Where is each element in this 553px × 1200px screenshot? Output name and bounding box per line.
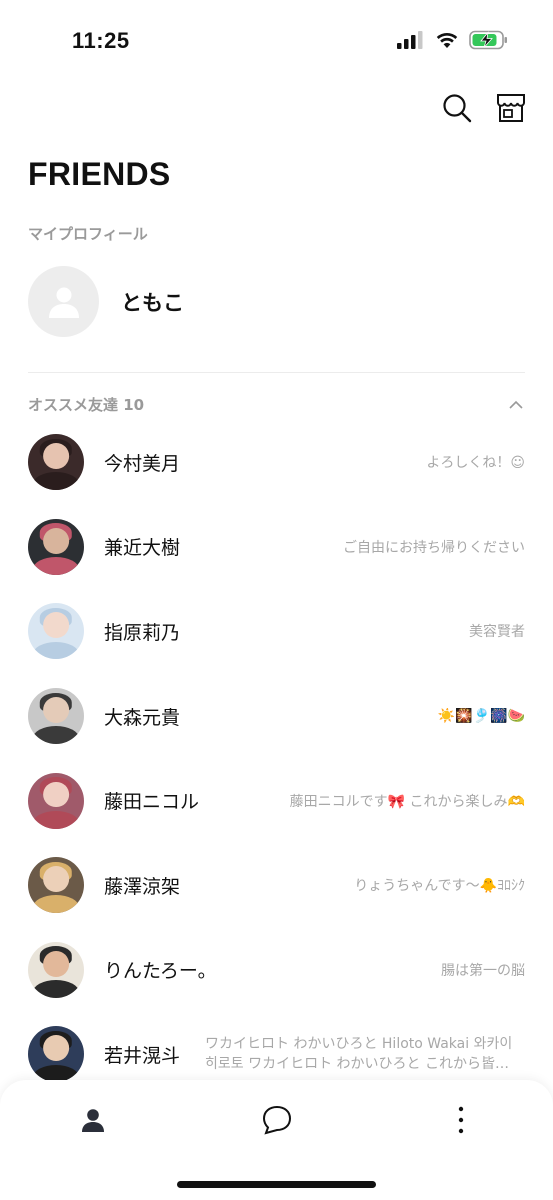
person-icon xyxy=(82,1109,104,1132)
friend-name: 今村美月 xyxy=(104,452,181,475)
page-title: FRIENDS xyxy=(28,156,171,192)
search-icon xyxy=(443,94,472,123)
friend-name: 藤田ニコル xyxy=(104,791,200,814)
shop-button[interactable] xyxy=(495,92,527,124)
shop-icon xyxy=(497,94,525,122)
tab-friends[interactable] xyxy=(73,1102,113,1138)
friend-status-message: ご自由にお持ち帰りください xyxy=(343,539,525,556)
friend-row[interactable]: 大森元貴 ☀️🎇🎐🎆🍉 xyxy=(0,674,553,759)
search-button[interactable] xyxy=(441,92,473,124)
friend-row[interactable]: 兼近大樹 ご自由にお持ち帰りください xyxy=(0,505,553,590)
wifi-icon xyxy=(436,32,458,48)
friend-status-message: 腸は第一の脳 xyxy=(441,962,525,979)
avatar xyxy=(28,603,84,660)
chevron-up-icon xyxy=(509,400,523,409)
friend-status-message: よろしくね！☺︎ xyxy=(426,455,525,472)
friend-row[interactable]: 藤澤涼架 りょうちゃんです〜🐥ﾖﾛｼｸ xyxy=(0,843,553,928)
friend-list: 今村美月 よろしくね！☺︎ 兼近大樹 ご自由にお持ち帰りください 指原莉乃 美容… xyxy=(0,420,553,1097)
chat-bubble-icon xyxy=(262,1105,292,1135)
avatar xyxy=(28,518,84,575)
status-bar: 11:25 xyxy=(0,0,553,80)
tab-chats[interactable] xyxy=(257,1102,297,1138)
avatar xyxy=(28,772,84,829)
home-indicator xyxy=(177,1181,376,1188)
friend-row[interactable]: 今村美月 よろしくね！☺︎ xyxy=(0,420,553,505)
friend-name: 若井滉斗 xyxy=(104,1044,181,1067)
friend-name: りんたろー。 xyxy=(104,960,217,983)
recommended-friends-header: オススメ友達 10 xyxy=(28,394,525,415)
friend-status-message: 藤田ニコルです🎀 これから楽しみ🫶 xyxy=(289,793,525,810)
my-profile-section-label: マイプロフィール xyxy=(28,225,148,243)
friend-row[interactable]: りんたろー。 腸は第一の脳 xyxy=(0,928,553,1013)
status-time: 11:25 xyxy=(72,28,130,53)
avatar xyxy=(28,688,84,745)
avatar xyxy=(28,266,99,337)
cellular-signal-icon xyxy=(397,31,423,49)
friend-row[interactable]: 指原莉乃 美容賢者 xyxy=(0,589,553,674)
recommended-friends-label: オススメ友達 10 xyxy=(28,396,145,414)
avatar xyxy=(28,857,84,914)
collapse-button[interactable] xyxy=(507,396,525,414)
friend-status-message: 美容賢者 xyxy=(469,624,525,641)
friend-row[interactable]: 藤田ニコル 藤田ニコルです🎀 これから楽しみ🫶 xyxy=(0,758,553,843)
default-avatar-icon xyxy=(48,287,79,318)
avatar xyxy=(28,941,84,998)
friend-status-message: ☀️🎇🎐🎆🍉 xyxy=(437,708,525,725)
friend-name: 兼近大樹 xyxy=(104,537,181,560)
header-actions xyxy=(441,92,527,124)
avatar xyxy=(28,434,84,491)
battery-charging-icon xyxy=(469,30,507,50)
friend-status-message: ワカイヒロト わかいひろと Hiloto Wakai 와카이 히로토 ワカイヒロ… xyxy=(205,1036,513,1073)
friend-name: 藤澤涼架 xyxy=(104,875,181,898)
friend-name: 指原莉乃 xyxy=(104,621,181,644)
more-dots-icon xyxy=(458,1106,464,1134)
tab-more[interactable] xyxy=(441,1102,481,1138)
avatar xyxy=(28,1026,84,1083)
my-profile-name: ともこ xyxy=(121,290,184,315)
status-icons xyxy=(397,30,509,50)
friend-name: 大森元貴 xyxy=(104,706,181,729)
friend-status-message: りょうちゃんです〜🐥ﾖﾛｼｸ xyxy=(354,878,525,895)
my-profile-row[interactable]: ともこ xyxy=(28,266,184,337)
divider xyxy=(28,372,525,373)
